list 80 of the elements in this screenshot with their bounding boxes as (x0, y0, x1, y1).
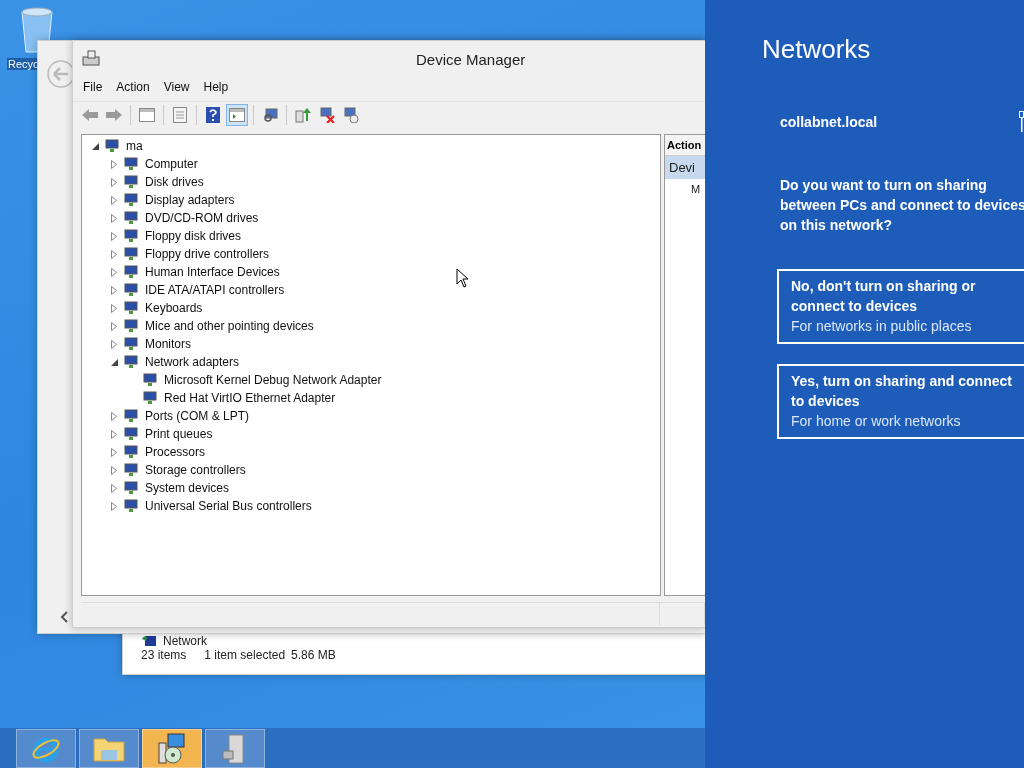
sharing-option[interactable]: Yes, turn on sharing and connect to devices For home or work networks (777, 364, 1024, 439)
device-icon (123, 319, 139, 333)
device-icon (123, 175, 139, 189)
tree-item[interactable]: System devices (145, 481, 230, 495)
network-status-icon (1019, 111, 1024, 133)
add-device-icon (343, 107, 359, 123)
device-icon (123, 337, 139, 351)
taskbar-button[interactable] (142, 729, 202, 768)
tree-item[interactable]: Disk drives (145, 175, 204, 189)
device-icon (123, 481, 139, 495)
tree-item[interactable]: Red Hat VirtIO Ethernet Adapter (164, 391, 336, 405)
taskbar-button[interactable] (79, 729, 139, 768)
device-icon (123, 409, 139, 423)
monitor-search-icon (262, 107, 278, 123)
status-text: 1 item selected (204, 648, 286, 662)
tree-item[interactable]: Storage controllers (145, 463, 246, 477)
tree-item[interactable]: Computer (145, 157, 198, 171)
device-icon (142, 391, 158, 405)
taskbar-button[interactable] (16, 729, 76, 768)
device-icon (123, 157, 139, 171)
tree-item[interactable]: Display adapters (145, 193, 235, 207)
file-name[interactable]: Network (163, 634, 207, 648)
menu-item[interactable]: View (159, 80, 200, 94)
device-icon (104, 139, 120, 153)
device-icon (123, 499, 139, 513)
pane-header: Action (665, 135, 705, 156)
device-icon (123, 427, 139, 441)
taskbar-button[interactable] (205, 729, 265, 768)
toolbar-button[interactable] (226, 104, 248, 126)
tree-item[interactable]: Universal Serial Bus controllers (145, 499, 312, 513)
tree-item[interactable]: Monitors (145, 337, 191, 351)
tree-item[interactable]: Processors (145, 445, 206, 459)
window-icon (229, 108, 245, 122)
icon-label: Recyc (7, 58, 40, 70)
setup-icon (156, 732, 188, 765)
device-icon (123, 355, 139, 369)
device-icon (142, 373, 158, 387)
device-icon (123, 193, 139, 207)
update-icon (295, 107, 311, 123)
expander-icon[interactable] (90, 141, 100, 151)
status-text: 5.86 MB (291, 648, 336, 662)
device-icon (123, 463, 139, 477)
window-icon (139, 108, 155, 122)
tree-item[interactable]: Mice and other pointing devices (145, 319, 314, 333)
tree-item[interactable]: Print queues (145, 427, 213, 441)
menu-item[interactable]: Help (199, 80, 239, 94)
device-icon (123, 247, 139, 261)
tree-item[interactable]: Human Interface Devices (145, 265, 280, 279)
device-icon (123, 265, 139, 279)
network-name: collabnet.local (780, 114, 878, 130)
pointer-icon (456, 268, 469, 288)
back-arrow-icon (82, 109, 98, 121)
tree-item[interactable]: Ports (COM & LPT) (145, 409, 249, 423)
status-text: 23 items (141, 648, 187, 662)
tree-item[interactable]: IDE ATA/ATAPI controllers (145, 283, 285, 297)
network-icon (141, 635, 157, 647)
forward-arrow-icon (106, 109, 122, 121)
pane-title: Networks (762, 34, 872, 65)
tree-item[interactable]: ma (126, 139, 143, 153)
device-icon (123, 445, 139, 459)
expander-icon[interactable] (109, 357, 119, 367)
pane-group[interactable]: Devi (665, 156, 705, 179)
device-manager-icon (82, 50, 100, 66)
tree-item[interactable]: Keyboards (145, 301, 203, 315)
help-icon (206, 107, 220, 123)
device-icon (123, 301, 139, 315)
sharing-option[interactable]: No, don't turn on sharing or connect to devices For networks in public places (777, 269, 1024, 344)
device-icon (123, 229, 139, 243)
menu-item[interactable]: Action (112, 80, 160, 94)
tree-item[interactable]: DVD/CD-ROM drives (145, 211, 259, 225)
device-icon (123, 211, 139, 225)
tree-item[interactable]: Network adapters (145, 355, 240, 369)
menu-item[interactable]: File (79, 80, 113, 94)
tree-item[interactable]: Floppy drive controllers (145, 247, 270, 261)
tree-item[interactable]: Floppy disk drives (145, 229, 242, 243)
window-title: Device Manager (416, 50, 526, 68)
properties-icon (173, 107, 187, 123)
remove-device-icon (319, 107, 335, 123)
tree-item[interactable]: Microsoft Kernel Debug Network Adapter (164, 373, 382, 387)
device-icon (123, 283, 139, 297)
